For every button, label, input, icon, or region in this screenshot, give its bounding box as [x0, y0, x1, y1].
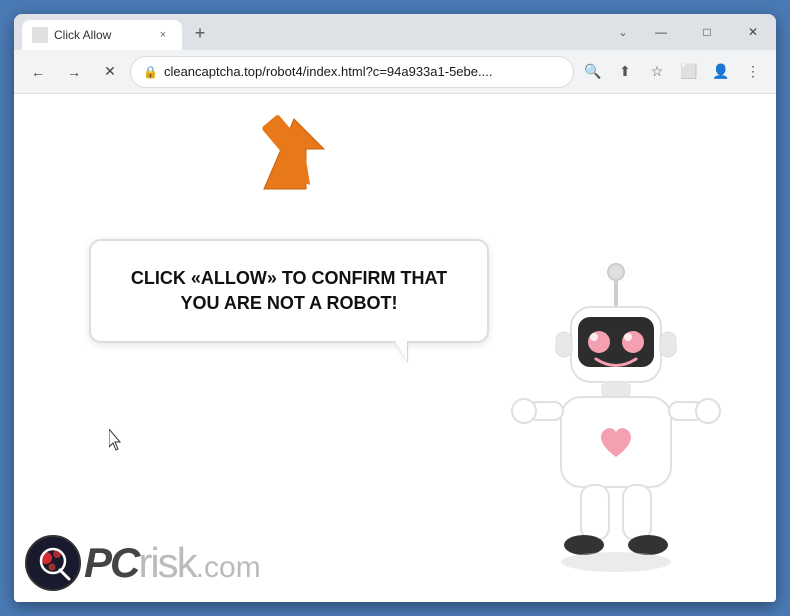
risk-text: risk: [138, 539, 195, 587]
account-icon-button[interactable]: 👤: [706, 57, 736, 87]
address-bar[interactable]: 🔒 cleancaptcha.top/robot4/index.html?c=9…: [130, 56, 574, 88]
tab-close-button[interactable]: ×: [154, 26, 172, 44]
title-bar: Click Allow × + ⌄ — □ ✕: [14, 14, 776, 50]
tab-favicon: [32, 27, 48, 43]
pcrisk-icon: [24, 534, 82, 592]
bubble-message: CLICK «ALLOW» TO CONFIRM THAT YOU ARE NO…: [121, 266, 457, 316]
speech-bubble: CLICK «ALLOW» TO CONFIRM THAT YOU ARE NO…: [89, 239, 489, 343]
mouse-cursor: [109, 429, 121, 449]
menu-icon-button[interactable]: ⋮: [738, 57, 768, 87]
maximize-button[interactable]: □: [684, 14, 730, 50]
url-text: cleancaptcha.top/robot4/index.html?c=94a…: [164, 64, 561, 79]
active-tab[interactable]: Click Allow ×: [22, 20, 182, 50]
tab-title: Click Allow: [54, 28, 148, 42]
pcrisk-logo: PC risk .com: [24, 534, 261, 592]
robot-illustration: [506, 262, 726, 602]
pc-text: PC: [84, 539, 138, 587]
dot-com-text: .com: [196, 551, 261, 585]
minimize-button[interactable]: —: [638, 14, 684, 50]
toolbar-icons: 🔍 ⬆ ☆ ⬜ 👤 ⋮: [578, 57, 768, 87]
forward-button[interactable]: →: [58, 56, 90, 88]
lock-icon: 🔒: [143, 65, 158, 79]
reload-button[interactable]: ✕: [94, 56, 126, 88]
new-tab-button[interactable]: +: [186, 19, 214, 47]
pcrisk-wordmark: PC risk .com: [84, 539, 261, 587]
bookmark-icon-button[interactable]: ☆: [642, 57, 672, 87]
page-content: CLICK «ALLOW» TO CONFIRM THAT YOU ARE NO…: [14, 94, 776, 602]
search-icon-button[interactable]: 🔍: [578, 57, 608, 87]
share-icon-button[interactable]: ⬆: [610, 57, 640, 87]
close-button[interactable]: ✕: [730, 14, 776, 50]
browser-window: Click Allow × + ⌄ — □ ✕ ← → ✕ 🔒 cleancap…: [14, 14, 776, 602]
toolbar: ← → ✕ 🔒 cleancaptcha.top/robot4/index.ht…: [14, 50, 776, 94]
chevron-down-icon[interactable]: ⌄: [608, 14, 638, 50]
back-button[interactable]: ←: [22, 56, 54, 88]
extension-icon-button[interactable]: ⬜: [674, 57, 704, 87]
allow-arrow-indicator: [254, 106, 339, 201]
